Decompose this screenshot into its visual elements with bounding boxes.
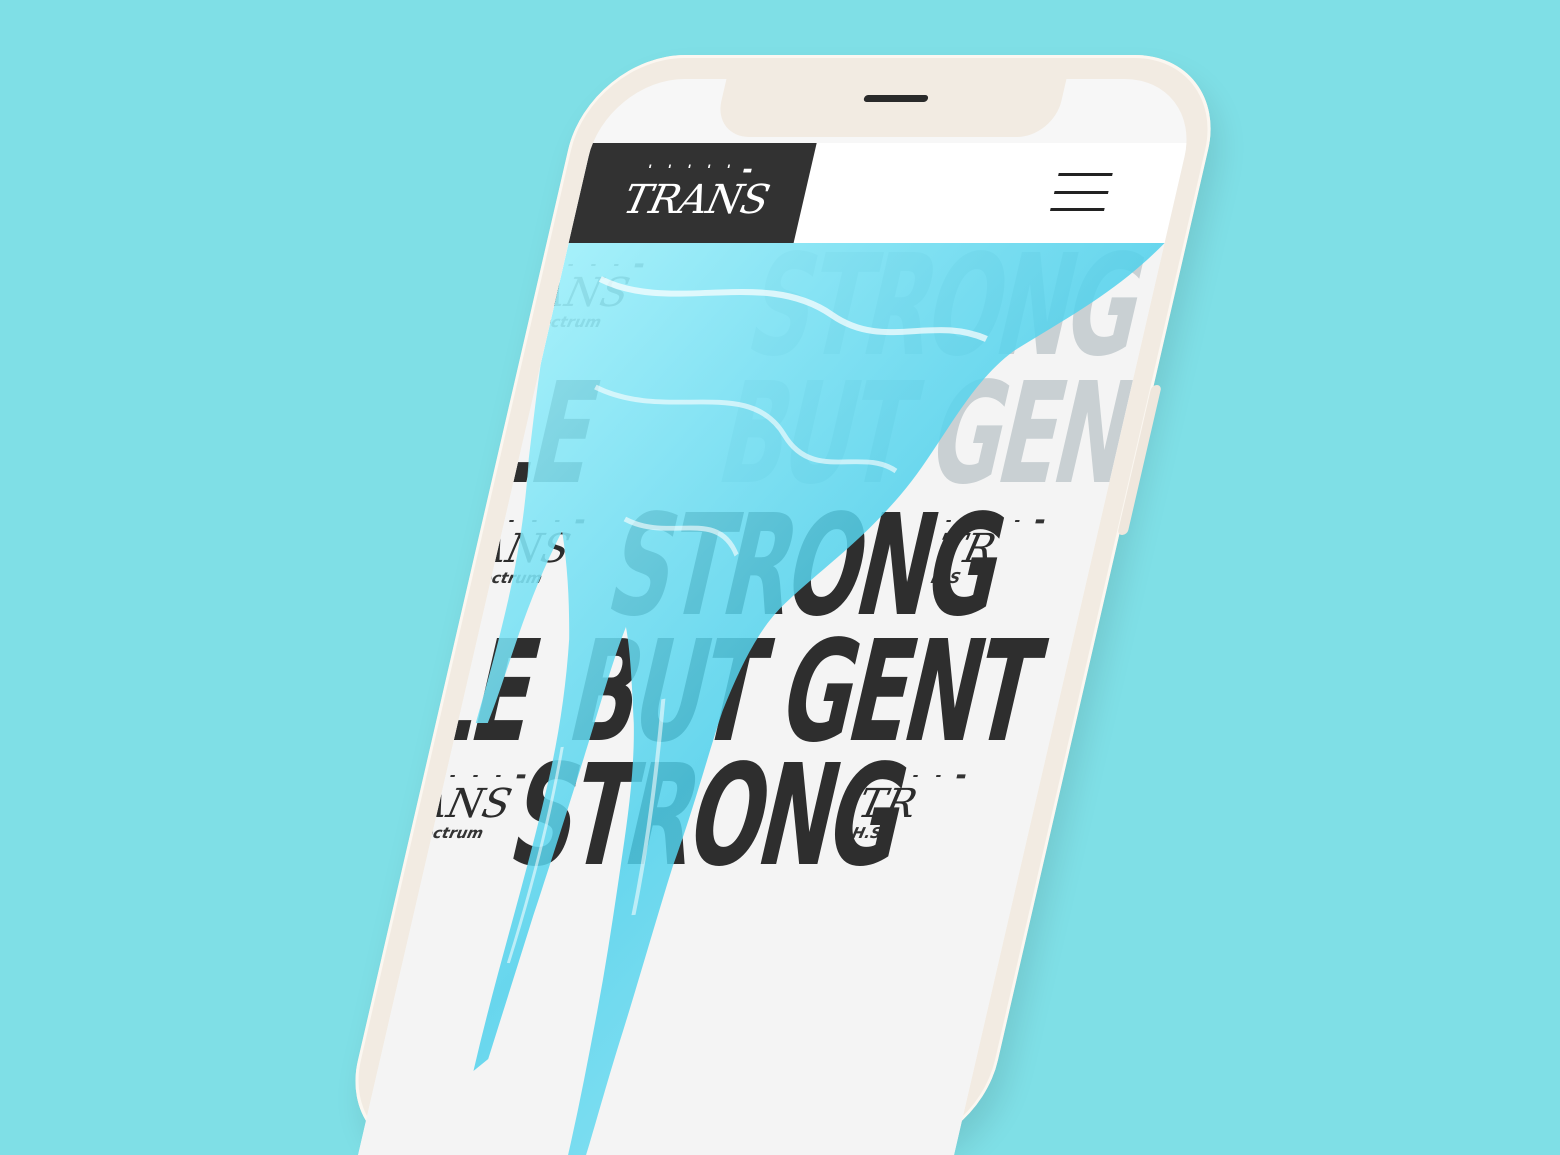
menu-line [1049,208,1105,211]
phone-mockup: ' ' ' ' ' ▬ TRANS - - - - ▬ ANS pectrum … [336,55,1230,1155]
poster-small-logo: ANS [531,270,634,316]
menu-line [1054,190,1109,194]
hero-poster: - - - - ▬ ANS pectrum LE - - - - ▬ ANS p… [358,243,1165,1155]
poster-logo-left-1: - - - - ▬ ANS pectrum [528,257,648,331]
hamburger-menu-icon[interactable] [1049,173,1113,211]
poster-logo-left-2: - - - - ▬ ANS pectrum [469,513,589,587]
poster-text-le-1: LE [465,353,611,516]
logo-text: TRANS [619,177,773,223]
poster-text-le-2: LE [406,611,551,774]
phone-notch [713,79,1067,137]
speaker-grille [863,95,929,102]
poster-ghost-strong: STRONG [735,243,1157,388]
menu-line [1058,173,1113,176]
phone-screen: ' ' ' ' ' ▬ TRANS - - - - ▬ ANS pectrum … [358,79,1203,1155]
poster-small-logo: ANS [472,526,575,572]
logo-dashes: ' ' ' ' ' ▬ [643,163,756,178]
trans-logo[interactable]: ' ' ' ' ' ▬ TRANS [568,143,817,243]
poster-ghost-but-gent: BUT GENT [705,353,1165,516]
poster-small-logo: ANS [413,781,516,827]
poster-text-strong-2: STRONG [497,735,919,898]
site-header: ' ' ' ' ' ▬ TRANS [568,143,1188,243]
